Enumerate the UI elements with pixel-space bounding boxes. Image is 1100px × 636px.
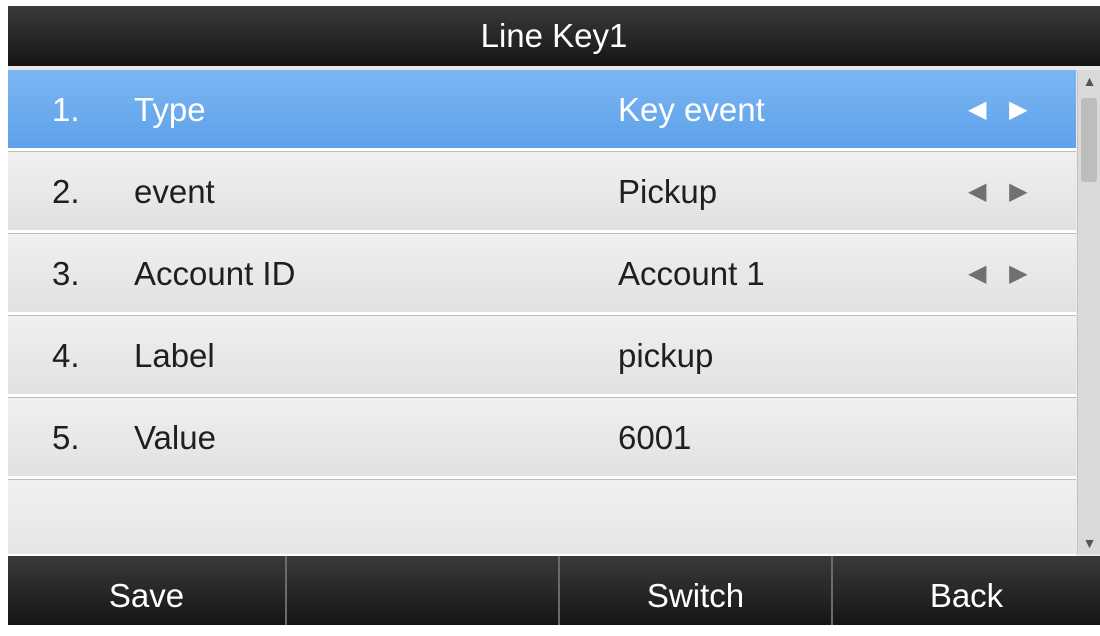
row-index: 3. [52,255,80,292]
blank-softkey[interactable] [287,556,560,625]
softkey-bar: Save Switch Back [8,556,1100,625]
left-right-arrows-icon[interactable]: ◀ ▶ [968,70,1036,150]
save-button[interactable]: Save [8,556,287,625]
back-button[interactable]: Back [833,556,1100,625]
scroll-up-icon[interactable]: ▲ [1078,70,1100,92]
row-value: Key event [618,91,765,128]
row-label: event [134,173,215,210]
row-label[interactable]: 4. Label pickup [8,316,1076,397]
row-event[interactable]: 2. event Pickup ◀ ▶ [8,152,1076,233]
row-value: Account 1 [618,255,765,292]
row-account-id[interactable]: 3. Account ID Account 1 ◀ ▶ [8,234,1076,315]
scrollbar[interactable]: ▲ ▼ [1077,70,1100,554]
row-label: Label [134,337,215,374]
row-index: 5. [52,419,80,456]
row-type[interactable]: 1. Type Key event ◀ ▶ [8,70,1076,151]
left-right-arrows-icon[interactable]: ◀ ▶ [968,234,1036,314]
left-right-arrows-icon[interactable]: ◀ ▶ [968,152,1036,232]
row-value: pickup [618,337,714,374]
screen-title: Line Key1 [8,6,1100,66]
row-value[interactable]: 5. Value 6001 [8,398,1076,479]
scroll-down-icon[interactable]: ▼ [1078,532,1100,554]
empty-row [8,480,1076,557]
row-label: Type [134,91,206,128]
scroll-thumb[interactable] [1081,98,1097,182]
row-value: 6001 [618,419,692,456]
row-index: 1. [52,91,80,128]
row-value: Pickup [618,173,718,210]
row-label: Value [134,419,216,456]
row-label: Account ID [134,255,296,292]
switch-button[interactable]: Switch [560,556,833,625]
row-index: 2. [52,173,80,210]
row-index: 4. [52,337,80,374]
settings-list: 1. Type Key event ◀ ▶ 2. event Pickup ◀ … [8,70,1076,557]
phone-screen: Line Key1 1. Type Key event ◀ ▶ 2. event… [8,6,1100,625]
